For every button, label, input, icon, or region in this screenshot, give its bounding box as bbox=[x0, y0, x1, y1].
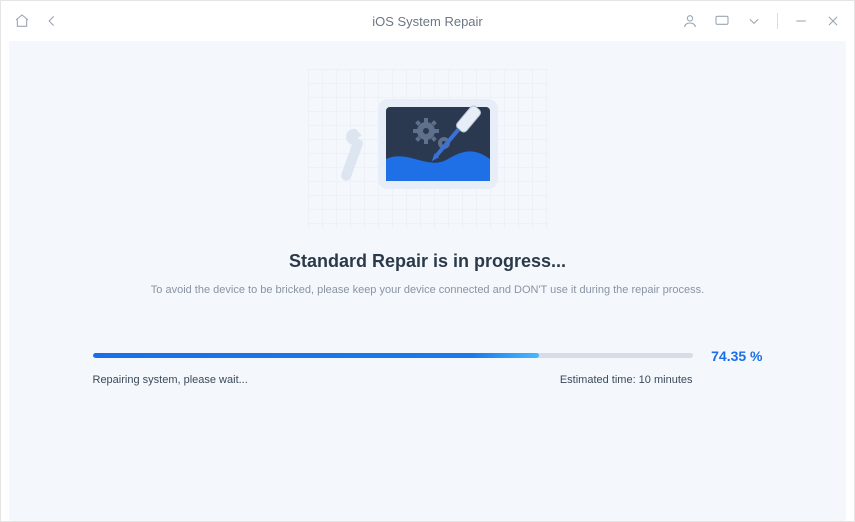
progress-heading: Standard Repair is in progress... bbox=[289, 251, 566, 272]
content-area: Standard Repair is in progress... To avo… bbox=[9, 41, 846, 521]
divider bbox=[777, 13, 778, 29]
progress-area: 74.35 % Repairing system, please wait...… bbox=[93, 348, 763, 386]
progress-track bbox=[93, 353, 693, 358]
minimize-icon[interactable] bbox=[792, 12, 810, 30]
progress-eta-text: Estimated time: 10 minutes bbox=[560, 374, 693, 386]
progress-status-text: Repairing system, please wait... bbox=[93, 374, 248, 386]
back-icon[interactable] bbox=[43, 12, 61, 30]
repair-illustration bbox=[308, 69, 548, 229]
titlebar: iOS System Repair bbox=[1, 1, 854, 41]
feedback-icon[interactable] bbox=[713, 12, 731, 30]
titlebar-right bbox=[681, 12, 842, 30]
progress-fill bbox=[93, 353, 539, 358]
progress-bar-row: 74.35 % bbox=[93, 348, 763, 364]
window-title: iOS System Repair bbox=[372, 14, 483, 29]
progress-subtext: To avoid the device to be bricked, pleas… bbox=[151, 282, 704, 300]
titlebar-left bbox=[13, 12, 61, 30]
close-icon[interactable] bbox=[824, 12, 842, 30]
progress-percent: 74.35 % bbox=[703, 348, 763, 364]
chevron-down-icon[interactable] bbox=[745, 12, 763, 30]
user-icon[interactable] bbox=[681, 12, 699, 30]
home-icon[interactable] bbox=[13, 12, 31, 30]
progress-labels: Repairing system, please wait... Estimat… bbox=[93, 374, 763, 386]
